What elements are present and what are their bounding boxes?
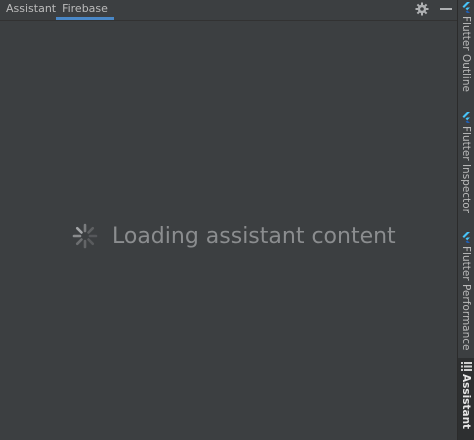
tab-firebase[interactable]: Firebase xyxy=(56,0,114,20)
side-tab-flutter-performance[interactable]: Flutter Performance xyxy=(458,230,474,351)
gear-icon[interactable] xyxy=(414,1,430,17)
tab-bar: Assistant Firebase xyxy=(0,0,457,21)
spinner-icon xyxy=(72,223,98,249)
list-icon xyxy=(461,362,472,371)
loading-text: Loading assistant content xyxy=(112,223,396,249)
flutter-icon xyxy=(462,232,470,243)
tab-assistant[interactable]: Assistant xyxy=(0,0,62,20)
assistant-content: Loading assistant content xyxy=(0,21,457,440)
side-tab-flutter-outline[interactable]: Flutter Outline xyxy=(458,0,474,95)
assistant-panel: Assistant Firebase Loading assistant con… xyxy=(0,0,457,440)
side-tab-flutter-inspector[interactable]: Flutter Inspector xyxy=(458,110,474,213)
flutter-icon xyxy=(462,112,470,123)
side-tab-label: Flutter Inspector xyxy=(460,126,472,213)
side-tab-label: Flutter Performance xyxy=(460,246,472,351)
minimize-icon[interactable] xyxy=(438,1,454,17)
side-tab-label: Assistant xyxy=(460,374,472,430)
loading-indicator: Loading assistant content xyxy=(72,222,396,250)
side-tool-window-bar: Flutter Outline Flutter Inspector Flutte… xyxy=(457,0,474,440)
side-tab-assistant[interactable]: Assistant xyxy=(458,358,474,440)
flutter-icon xyxy=(462,2,470,13)
side-tab-label: Flutter Outline xyxy=(460,16,472,92)
